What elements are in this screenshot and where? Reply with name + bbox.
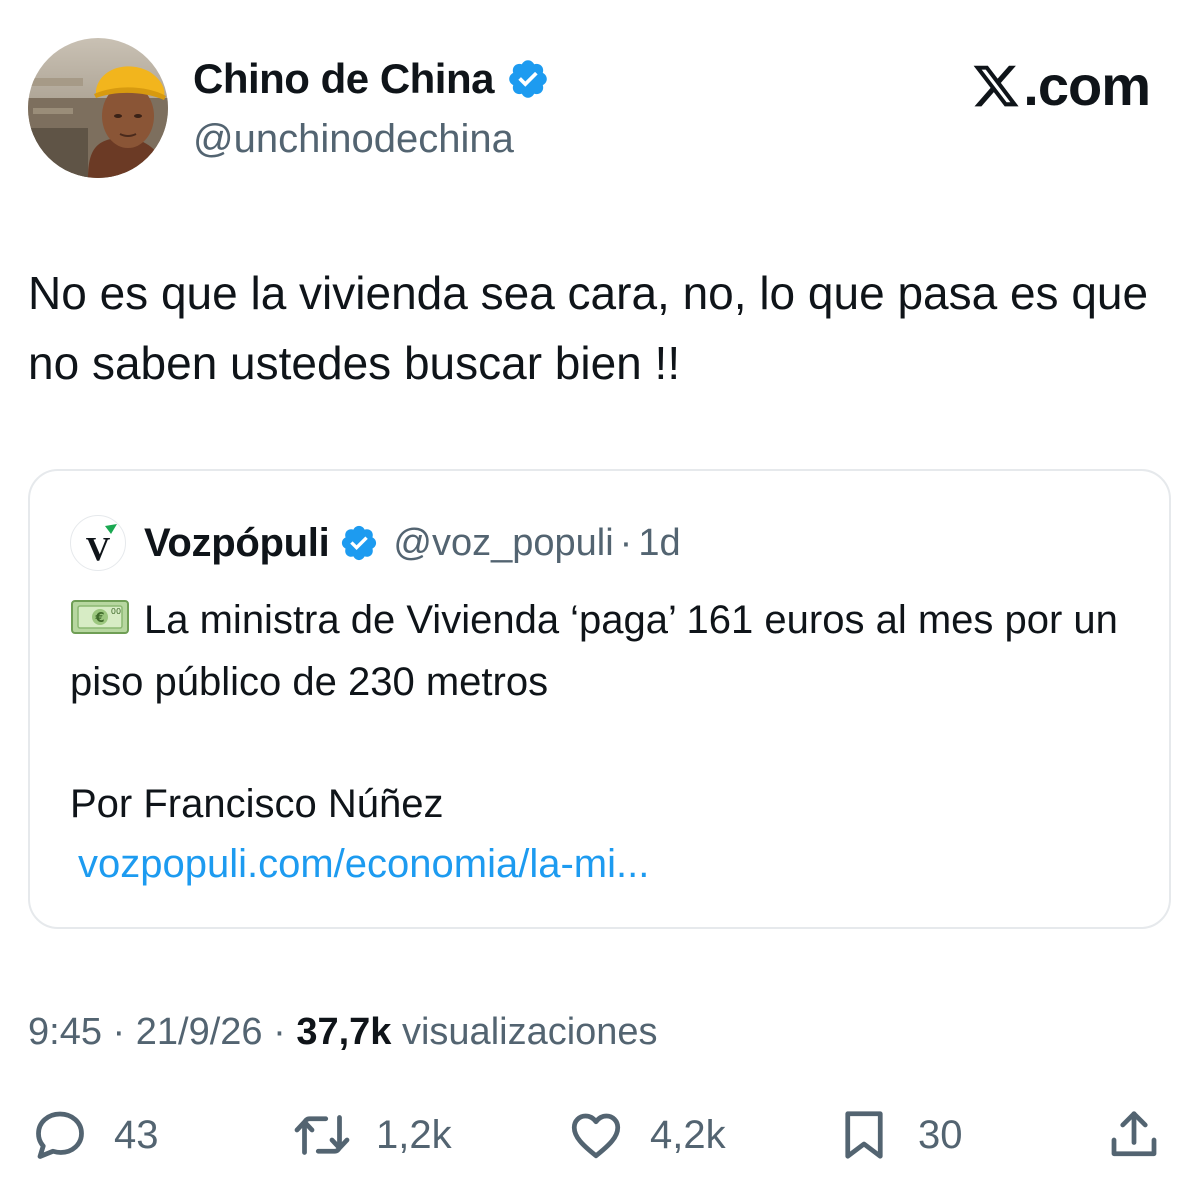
bookmark-count: 30 (918, 1112, 963, 1157)
author-display-name[interactable]: Chino de China (193, 54, 550, 104)
tweet-text: No es que la vivienda sea cara, no, lo q… (28, 267, 1149, 389)
author-handle[interactable]: @unchinodechina (193, 114, 514, 164)
quoted-tweet-card[interactable]: V Vozpópuli @voz_populi · 1d € 00 La min… (28, 469, 1171, 929)
heart-icon (571, 1113, 621, 1159)
retweet-icon (294, 1115, 350, 1155)
quoted-tweet-header: V Vozpópuli @voz_populi · 1d (70, 515, 681, 571)
bookmark-button[interactable]: 30 (834, 1100, 963, 1170)
meta-separator: · (273, 1011, 286, 1053)
share-icon (1111, 1111, 1157, 1157)
like-count: 4,2k (650, 1112, 726, 1157)
quoted-verified-badge-icon (342, 525, 377, 561)
quoted-separator: · (619, 521, 633, 564)
author-name-text[interactable]: Chino de China (193, 54, 495, 104)
tweet-time[interactable]: 9:45 (28, 1011, 102, 1053)
bookmark-icon (845, 1111, 883, 1159)
quoted-author-line: Por Francisco Núñez (70, 782, 444, 826)
quoted-author-avatar[interactable]: V (70, 515, 126, 571)
share-button[interactable] (1104, 1100, 1164, 1170)
quoted-tweet-text: € 00 La ministra de Vivienda ‘paga’ 161 … (70, 589, 1130, 713)
avatar-image (28, 38, 168, 178)
quoted-timestamp[interactable]: 1d (638, 522, 680, 565)
views-label: visualizaciones (401, 1011, 658, 1053)
vozpopuli-logo-icon: V (86, 524, 117, 568)
retweet-count: 1,2k (376, 1112, 452, 1157)
retweet-button[interactable]: 1,2k (292, 1100, 452, 1170)
reply-button[interactable]: 43 (30, 1100, 159, 1170)
x-brand: .com (971, 54, 1151, 117)
quoted-author-name[interactable]: Vozpópuli (144, 521, 330, 566)
x-logo-icon (973, 65, 1019, 107)
svg-text:00: 00 (111, 607, 121, 616)
money-with-wings-icon: € 00 (71, 600, 129, 634)
brand-domain-text: .com (1023, 54, 1151, 117)
tweet-date[interactable]: 21/9/26 (136, 1011, 263, 1053)
views-count[interactable]: 37,7k (296, 1011, 391, 1053)
quoted-avatar-letter: V (86, 531, 111, 568)
svg-text:€: € (94, 611, 104, 626)
like-button[interactable]: 4,2k (566, 1100, 726, 1170)
author-avatar[interactable] (28, 38, 168, 178)
verified-badge-icon (509, 60, 547, 98)
reply-count: 43 (114, 1112, 159, 1157)
tweet-actions-bar: 43 1,2k 4,2k 30 (0, 1100, 1200, 1170)
quoted-article-link[interactable]: vozpopuli.com/economia/la-mi... (78, 833, 649, 895)
quoted-text-content: La ministra de Vivienda ‘paga’ 161 euros… (70, 598, 1118, 704)
tweet-metadata: 9:45 · 21/9/26 · 37,7k visualizaciones (28, 1004, 658, 1060)
quoted-author-handle[interactable]: @voz_populi (393, 522, 613, 565)
reply-icon (36, 1111, 84, 1159)
meta-separator: · (112, 1011, 126, 1053)
